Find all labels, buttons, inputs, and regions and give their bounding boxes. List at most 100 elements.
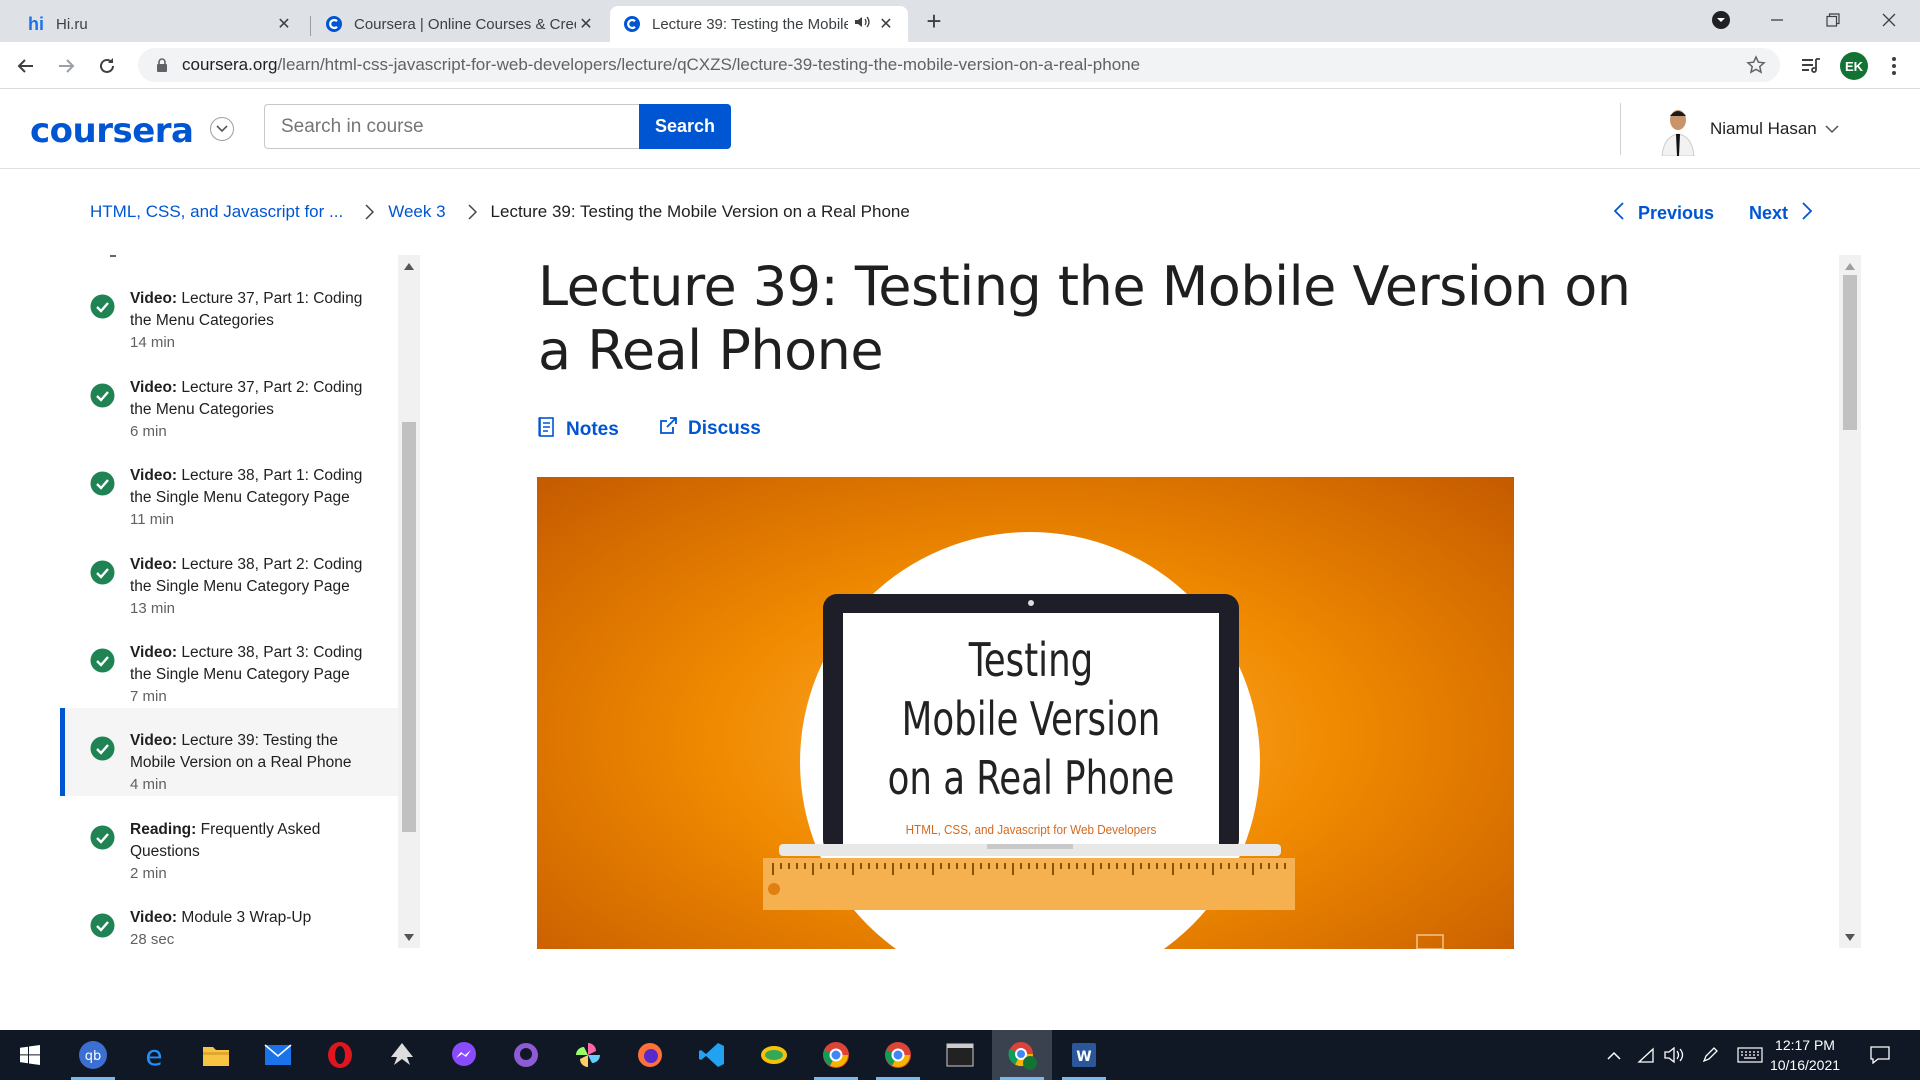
- main-scrollbar[interactable]: [1839, 255, 1861, 948]
- volume-icon[interactable]: [1660, 1030, 1688, 1080]
- video-player[interactable]: Testing Mobile Version on a Real Phone H…: [537, 477, 1514, 949]
- close-tab-icon[interactable]: ✕: [576, 14, 596, 34]
- start-icon[interactable]: [0, 1030, 60, 1080]
- chevron-up-icon[interactable]: [1600, 1030, 1628, 1080]
- reload-icon[interactable]: [91, 50, 123, 82]
- tab-title: Lecture 39: Testing the Mobile Version: [652, 15, 848, 33]
- address-bar[interactable]: coursera.org/learn/html-css-javascript-f…: [138, 48, 1780, 82]
- breadcrumb-course[interactable]: HTML, CSS, and Javascript for ...: [90, 202, 343, 222]
- list-item[interactable]: Video: Module 3 Wrap-Up 28 sec: [60, 889, 398, 948]
- sidebar-scrollbar[interactable]: [398, 255, 420, 948]
- qbittorrent-icon[interactable]: qb: [63, 1030, 123, 1080]
- list-item[interactable]: Video: Lecture 38, Part 1: Coding the Si…: [60, 447, 398, 528]
- hi-logo-icon: hi: [28, 13, 44, 34]
- list-item[interactable]: Video: Lecture 37, Part 2: Coding the Me…: [60, 359, 398, 440]
- clock-time: 12:17 PM: [1775, 1037, 1835, 1053]
- discuss-button[interactable]: Discuss: [658, 416, 761, 442]
- clock-date: 10/16/2021: [1769, 1057, 1841, 1073]
- scrollbar-thumb[interactable]: [1843, 275, 1857, 430]
- search-button[interactable]: Search: [639, 104, 731, 149]
- edge-icon[interactable]: e: [124, 1030, 184, 1080]
- item-title: Module 3 Wrap-Up: [181, 909, 312, 926]
- opera-icon[interactable]: [310, 1030, 370, 1080]
- coursera-c-icon: [622, 14, 642, 34]
- user-avatar[interactable]: [1654, 104, 1702, 157]
- list-item[interactable]: Video: Lecture 38, Part 3: Coding the Si…: [60, 624, 398, 705]
- tab-search-icon[interactable]: [1694, 0, 1748, 40]
- next-button[interactable]: Next: [1749, 200, 1813, 226]
- bookmark-star-icon[interactable]: [1746, 55, 1766, 80]
- item-duration: 13 min: [130, 600, 176, 617]
- close-tab-icon[interactable]: ✕: [274, 14, 294, 34]
- word-icon[interactable]: W: [1054, 1030, 1114, 1080]
- pen-icon[interactable]: [1696, 1030, 1724, 1080]
- chrome-profile-icon[interactable]: [992, 1030, 1052, 1080]
- new-tab-button[interactable]: +: [920, 8, 948, 36]
- list-item-current[interactable]: Video: Lecture 39: Testing the Mobile Ve…: [60, 708, 398, 796]
- page-title: Lecture 39: Testing the Mobile Version o…: [538, 255, 1631, 382]
- header-divider: [1620, 103, 1621, 155]
- coursera-header: coursera Search in course Search Niamul …: [0, 89, 1920, 169]
- browser-tab-strip: hi Hi.ru ✕ Coursera | Online Courses & C…: [0, 0, 1920, 42]
- speaker-icon[interactable]: [854, 15, 870, 33]
- system-clock[interactable]: 12:17 PM 10/16/2021: [1760, 1035, 1850, 1075]
- browser-menu-icon[interactable]: [1878, 50, 1910, 82]
- close-tab-icon[interactable]: ✕: [876, 14, 896, 34]
- check-circle-icon: [90, 825, 115, 850]
- scroll-up-icon[interactable]: [1845, 263, 1855, 270]
- vscode-icon[interactable]: [682, 1030, 742, 1080]
- check-circle-icon: [90, 294, 115, 319]
- url-text[interactable]: coursera.org/learn/html-css-javascript-f…: [182, 55, 1140, 75]
- chrome-icon[interactable]: [806, 1030, 866, 1080]
- list-item[interactable]: Video: Lecture 38, Part 2: Coding the Si…: [60, 536, 398, 617]
- url-host: coursera.org: [182, 55, 278, 74]
- messenger-icon[interactable]: [434, 1030, 494, 1080]
- github-desktop-icon[interactable]: [496, 1030, 556, 1080]
- pinwheel-app-icon[interactable]: [558, 1030, 618, 1080]
- inkscape-icon[interactable]: [372, 1030, 432, 1080]
- forward-icon[interactable]: [50, 50, 82, 82]
- terminal-icon[interactable]: [930, 1030, 990, 1080]
- list-item[interactable]: Reading: Frequently Asked Questions 2 mi…: [60, 801, 398, 882]
- check-circle-icon: [90, 471, 115, 496]
- tab-hi-ru[interactable]: hi Hi.ru ✕: [14, 6, 306, 42]
- reading-list-icon[interactable]: [1795, 50, 1827, 82]
- coursera-logo[interactable]: coursera: [30, 111, 194, 151]
- network-icon[interactable]: [1632, 1030, 1660, 1080]
- item-duration: 7 min: [130, 688, 167, 705]
- item-duration: 11 min: [130, 511, 174, 528]
- app-icon[interactable]: [744, 1030, 804, 1080]
- scroll-down-icon[interactable]: [1845, 934, 1855, 941]
- profile-avatar[interactable]: EK: [1840, 52, 1868, 80]
- firefox-icon[interactable]: [620, 1030, 680, 1080]
- previous-button[interactable]: Previous: [1613, 200, 1714, 226]
- minimize-icon[interactable]: [1750, 0, 1804, 40]
- list-item[interactable]: Video: Lecture 37, Part 1: Coding the Me…: [60, 270, 398, 351]
- item-kind: Video:: [130, 732, 178, 749]
- notes-button[interactable]: Notes: [538, 416, 619, 444]
- file-explorer-icon[interactable]: [186, 1030, 246, 1080]
- video-title-line: Testing: [968, 633, 1094, 687]
- tab-coursera-home[interactable]: Coursera | Online Courses & Credentials …: [312, 6, 608, 42]
- close-window-icon[interactable]: [1862, 0, 1916, 40]
- breadcrumb-week[interactable]: Week 3: [388, 202, 445, 222]
- video-screen-text: Testing Mobile Version on a Real Phone: [869, 631, 1192, 808]
- chrome-icon[interactable]: [868, 1030, 928, 1080]
- user-menu[interactable]: Niamul Hasan: [1710, 119, 1839, 139]
- back-icon[interactable]: [10, 50, 42, 82]
- scroll-up-icon[interactable]: [404, 263, 414, 270]
- tab-lecture-39[interactable]: Lecture 39: Testing the Mobile Version ✕: [610, 6, 908, 42]
- search-input[interactable]: Search in course: [264, 104, 639, 149]
- scroll-down-icon[interactable]: [404, 934, 414, 941]
- chevron-left-icon: [1613, 201, 1624, 225]
- chevron-down-icon[interactable]: [210, 117, 234, 141]
- windows-taskbar: qb e W 12:17 PM 10/16/2021: [0, 1030, 1920, 1080]
- item-duration: 14 min: [130, 334, 176, 351]
- scrollbar-thumb[interactable]: [402, 422, 416, 832]
- lock-icon[interactable]: [152, 57, 172, 73]
- notification-center-icon[interactable]: [1862, 1030, 1898, 1080]
- chevron-right-icon: [365, 204, 375, 220]
- mail-icon[interactable]: [248, 1030, 308, 1080]
- item-kind: Video:: [130, 556, 178, 573]
- restore-icon[interactable]: [1806, 0, 1860, 40]
